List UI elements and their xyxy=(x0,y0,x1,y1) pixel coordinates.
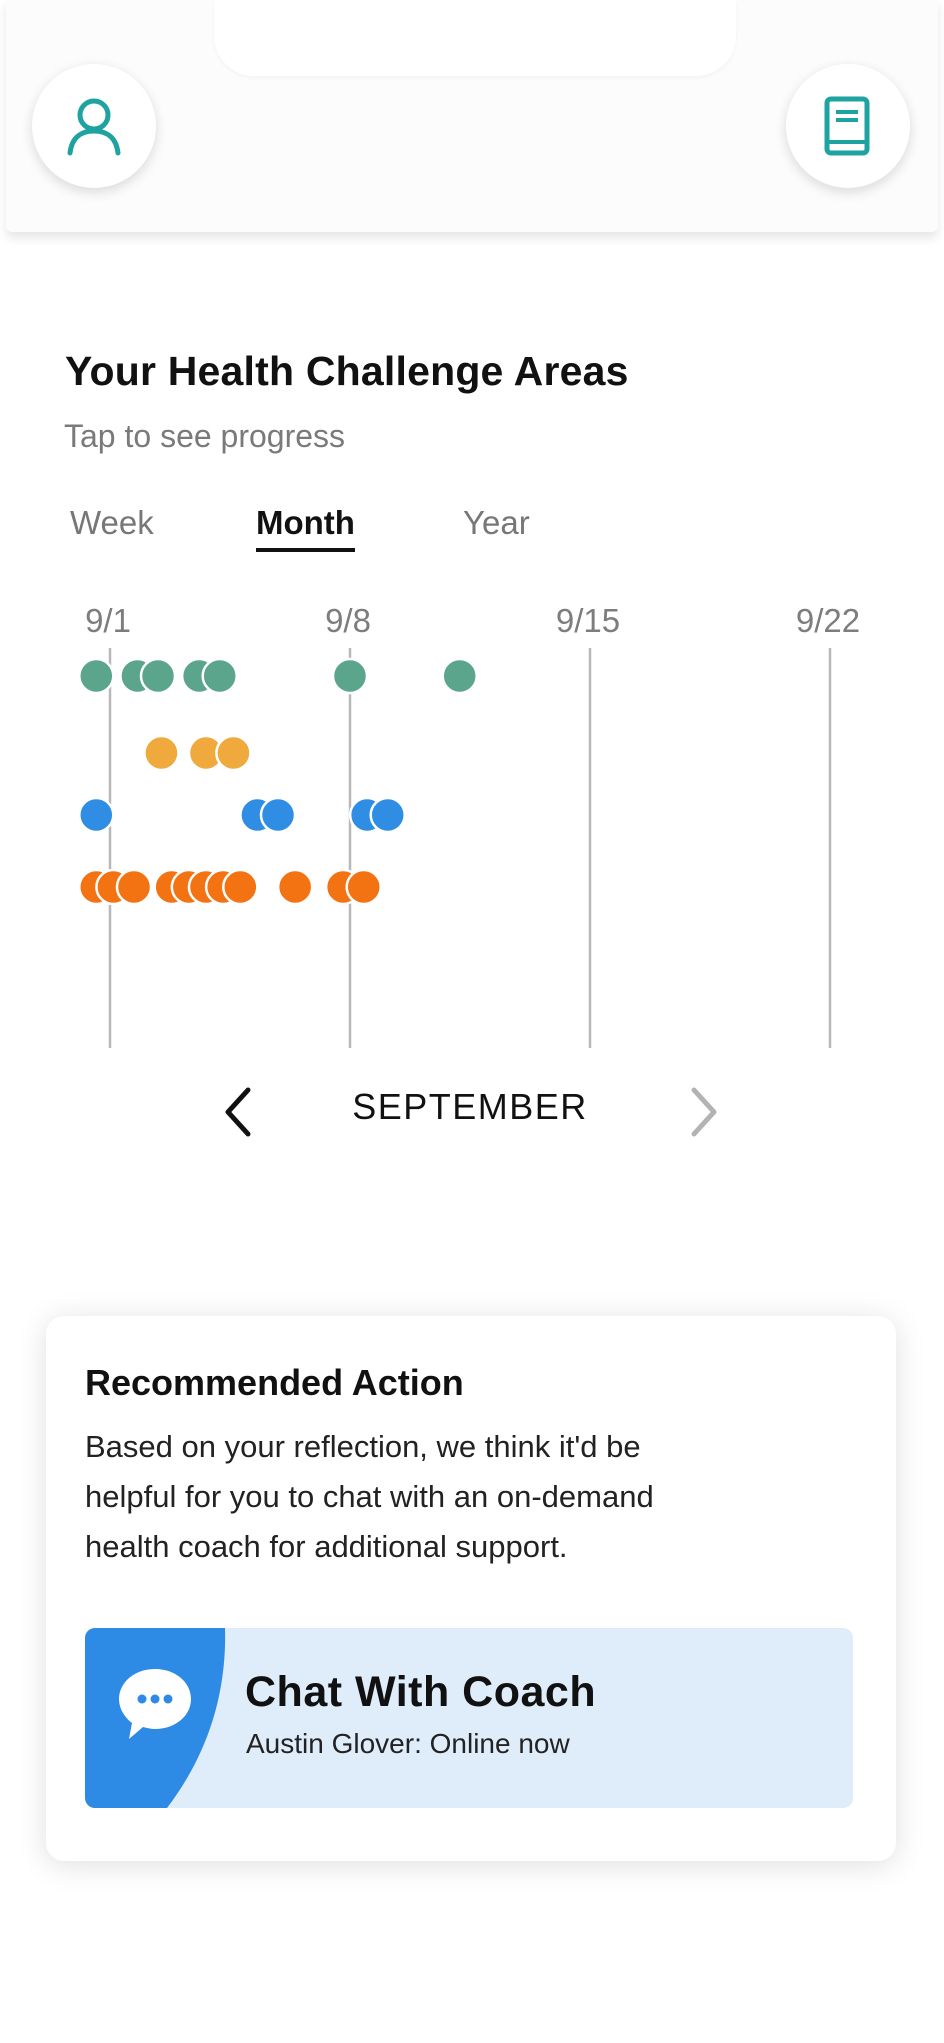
data-point[interactable] xyxy=(78,657,115,695)
card-body-line-1: Based on your reflection, we think it'd … xyxy=(85,1429,641,1464)
tab-week[interactable]: Week xyxy=(70,504,154,548)
tab-year[interactable]: Year xyxy=(463,504,530,548)
chat-button-title: Chat With Coach xyxy=(245,1668,597,1716)
data-point[interactable] xyxy=(143,734,180,772)
book-icon xyxy=(824,96,870,156)
recommended-action-card: Recommended Action Based on your reflect… xyxy=(46,1316,896,1861)
x-tick-label: 9/15 xyxy=(556,602,620,639)
data-point[interactable] xyxy=(345,868,382,906)
data-point[interactable] xyxy=(259,796,297,834)
next-month-button[interactable] xyxy=(678,1082,728,1142)
chevron-right-icon xyxy=(691,1087,717,1137)
data-point[interactable] xyxy=(78,796,115,834)
tab-month[interactable]: Month xyxy=(256,504,355,552)
data-point[interactable] xyxy=(115,868,153,906)
chat-button-subtitle: Austin Glover: Online now xyxy=(246,1728,570,1759)
data-point[interactable] xyxy=(331,657,369,695)
x-tick-label: 9/8 xyxy=(325,602,371,639)
data-point[interactable] xyxy=(201,657,238,695)
chat-with-coach-button[interactable]: Chat With Coach Austin Glover: Online no… xyxy=(85,1628,853,1808)
data-point[interactable] xyxy=(215,734,252,772)
card-body: Based on your reflection, we think it'd … xyxy=(85,1422,865,1572)
card-body-line-2: helpful for you to chat with an on-deman… xyxy=(85,1479,654,1514)
card-body-line-3: health coach for additional support. xyxy=(85,1529,568,1564)
journal-button[interactable] xyxy=(786,64,910,188)
card-title: Recommended Action xyxy=(85,1362,464,1403)
challenge-chart: 9/1 9/8 9/15 9/22 xyxy=(78,602,860,1048)
prev-month-button[interactable] xyxy=(214,1082,264,1142)
page-title: Your Health Challenge Areas xyxy=(65,348,629,394)
page-subtitle: Tap to see progress xyxy=(64,418,346,454)
data-point[interactable] xyxy=(369,796,406,834)
x-tick-label: 9/22 xyxy=(796,602,860,639)
month-label: SEPTEMBER xyxy=(352,1086,588,1127)
data-point[interactable] xyxy=(276,868,314,906)
x-tick-label: 9/1 xyxy=(85,602,131,639)
data-point[interactable] xyxy=(139,657,177,695)
profile-button[interactable] xyxy=(32,64,156,188)
data-point[interactable] xyxy=(222,868,259,906)
chat-panel-accent xyxy=(85,1628,226,1808)
data-point[interactable] xyxy=(441,657,478,695)
chevron-left-icon xyxy=(225,1087,251,1137)
device-notch xyxy=(214,0,736,76)
person-icon xyxy=(67,98,121,156)
